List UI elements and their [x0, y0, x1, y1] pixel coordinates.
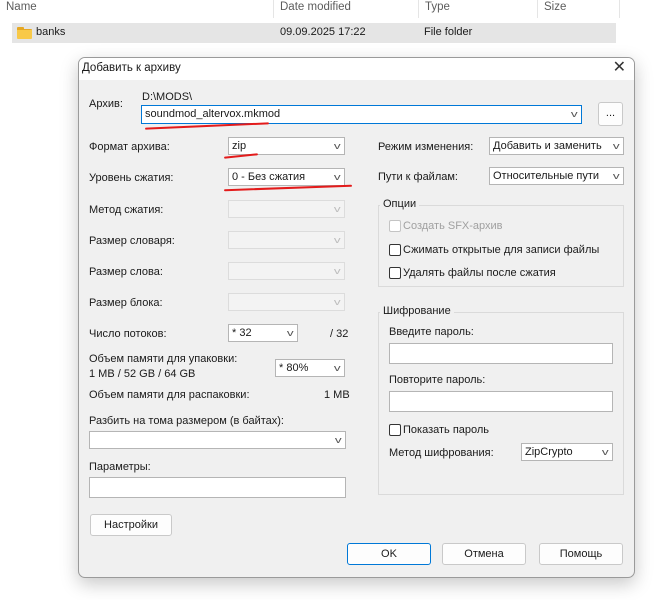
compression-method-select: v	[228, 200, 345, 218]
add-to-archive-dialog: Добавить к архиву ✕ Архив: D:\MODS\ soun…	[78, 57, 635, 578]
compression-level-select[interactable]: 0 - Без сжатия v	[228, 168, 345, 186]
chevron-down-icon[interactable]: v	[334, 432, 341, 448]
pack-memory-select[interactable]: * 80% v	[275, 359, 345, 377]
chevron-down-icon[interactable]: v	[333, 169, 340, 185]
archive-name-value: soundmod_altervox.mkmod	[145, 108, 281, 120]
word-size-label: Размер слова:	[89, 266, 163, 278]
encryption-method-label: Метод шифрования:	[389, 447, 494, 459]
file-list-header: Name Date modified Type Size	[0, 0, 658, 18]
cancel-button[interactable]: Отмена	[442, 543, 526, 565]
compress-shared-checkbox[interactable]	[389, 244, 401, 256]
archive-label: Архив:	[89, 98, 123, 110]
column-type[interactable]: Type	[419, 0, 450, 18]
help-button[interactable]: Помощь	[539, 543, 623, 565]
unpack-memory-label: Объем памяти для распаковки:	[89, 389, 250, 401]
update-mode-value: Добавить и заменить	[493, 140, 602, 152]
pack-memory-label: Объем памяти для упаковки:	[89, 353, 238, 365]
file-row-banks[interactable]: banks 09.09.2025 17:22 File folder	[12, 23, 616, 43]
block-size-select: v	[228, 293, 345, 311]
folder-icon	[17, 27, 32, 39]
threads-select[interactable]: * 32 v	[228, 324, 298, 342]
file-name: banks	[36, 26, 66, 38]
update-mode-label: Режим изменения:	[378, 141, 474, 153]
dictionary-size-label: Размер словаря:	[89, 235, 175, 247]
column-date-modified[interactable]: Date modified	[274, 0, 351, 18]
file-type: File folder	[424, 26, 473, 38]
format-label: Формат архива:	[89, 141, 170, 153]
sfx-checkbox-label: Создать SFX-архив	[403, 220, 503, 232]
update-mode-select[interactable]: Добавить и заменить v	[489, 137, 624, 155]
browse-button[interactable]: ...	[598, 102, 623, 126]
chevron-down-icon[interactable]: v	[612, 168, 619, 184]
column-size[interactable]: Size	[538, 0, 566, 18]
password-label: Введите пароль:	[389, 326, 474, 338]
parameters-label: Параметры:	[89, 461, 151, 473]
parameters-input[interactable]	[89, 477, 346, 498]
chevron-down-icon: v	[333, 204, 341, 214]
column-name[interactable]: Name	[0, 0, 37, 18]
chevron-down-icon[interactable]: v	[333, 360, 340, 376]
delete-after-label[interactable]: Удалять файлы после сжатия	[403, 267, 556, 279]
compression-level-value: 0 - Без сжатия	[232, 171, 306, 183]
chevron-down-icon: v	[333, 297, 341, 307]
unpack-memory-value: 1 MB	[324, 389, 350, 401]
format-select[interactable]: zip v	[228, 137, 345, 155]
block-size-label: Размер блока:	[89, 297, 163, 309]
path-mode-select[interactable]: Относительные пути v	[489, 167, 624, 185]
compression-method-label: Метод сжатия:	[89, 204, 164, 216]
delete-after-checkbox[interactable]	[389, 267, 401, 279]
chevron-down-icon: v	[333, 235, 341, 245]
chevron-down-icon[interactable]: v	[601, 444, 608, 460]
compress-shared-label[interactable]: Сжимать открытые для записи файлы	[403, 244, 599, 256]
close-icon[interactable]: ✕	[613, 59, 626, 77]
show-password-label[interactable]: Показать пароль	[403, 424, 489, 436]
threads-max: / 32	[330, 328, 349, 340]
dialog-title: Добавить к архиву	[82, 62, 181, 74]
archive-name-combo[interactable]: soundmod_altervox.mkmod v	[141, 105, 582, 124]
threads-label: Число потоков:	[89, 328, 167, 340]
split-volumes-label: Разбить на тома размером (в байтах):	[89, 415, 284, 427]
chevron-down-icon: v	[333, 266, 341, 276]
encryption-method-value: ZipCrypto	[525, 446, 573, 458]
chevron-down-icon[interactable]: v	[333, 138, 340, 154]
chevron-down-icon[interactable]: v	[286, 325, 293, 341]
path-mode-value: Относительные пути	[493, 170, 600, 182]
pack-memory-value: * 80%	[279, 362, 309, 374]
split-volumes-select[interactable]: v	[89, 431, 346, 449]
dictionary-size-select: v	[228, 231, 345, 249]
chevron-down-icon[interactable]: v	[612, 138, 619, 154]
file-date: 09.09.2025 17:22	[280, 26, 366, 38]
pack-memory-info: 1 MB / 52 GB / 64 GB	[89, 368, 196, 380]
show-password-checkbox[interactable]	[389, 424, 401, 436]
sfx-checkbox	[389, 220, 401, 232]
repeat-password-label: Повторите пароль:	[389, 374, 486, 386]
settings-button[interactable]: Настройки	[90, 514, 172, 536]
column-separator[interactable]	[619, 0, 620, 18]
encryption-group-title: Шифрование	[380, 305, 454, 317]
options-group-title: Опции	[380, 198, 420, 210]
dialog-titlebar[interactable]: Добавить к архиву ✕	[79, 58, 634, 80]
repeat-password-input[interactable]	[389, 391, 613, 412]
compression-level-label: Уровень сжатия:	[89, 172, 174, 184]
archive-directory: D:\MODS\	[142, 91, 193, 103]
word-size-select: v	[228, 262, 345, 280]
path-mode-label: Пути к файлам:	[378, 171, 458, 183]
encryption-method-select[interactable]: ZipCrypto v	[521, 443, 613, 461]
ok-button[interactable]: OK	[347, 543, 431, 565]
format-value: zip	[232, 140, 247, 152]
threads-value: * 32	[232, 327, 252, 339]
password-input[interactable]	[389, 343, 613, 364]
chevron-down-icon[interactable]: v	[570, 106, 577, 122]
